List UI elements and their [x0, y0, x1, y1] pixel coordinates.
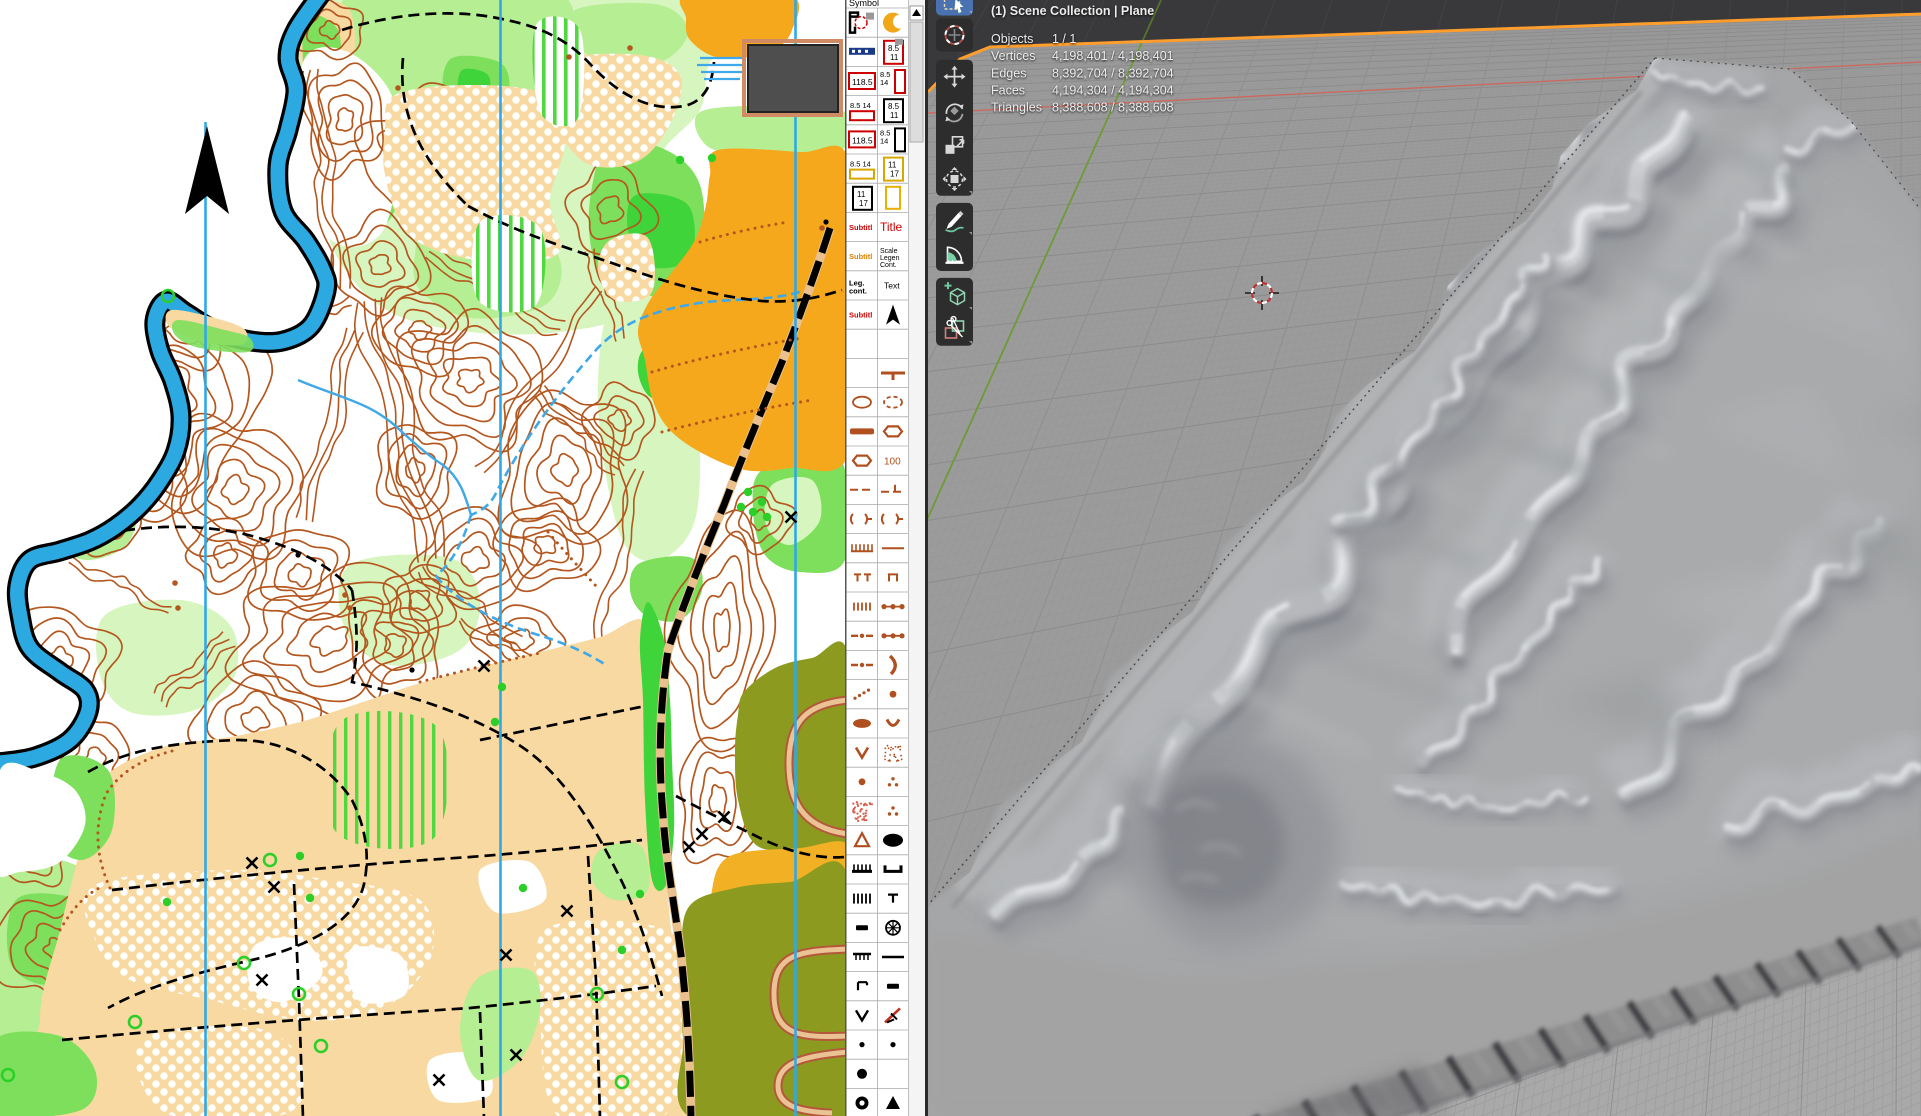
- svg-text:Title: Title: [880, 220, 903, 234]
- svg-text:100: 100: [884, 457, 901, 468]
- svg-text:118.5: 118.5: [852, 77, 873, 87]
- svg-text:17: 17: [890, 170, 899, 179]
- svg-text:11: 11: [888, 161, 897, 170]
- svg-text:8.5: 8.5: [888, 102, 900, 111]
- svg-text:Vertices: Vertices: [991, 49, 1035, 63]
- svg-text:8.5 14: 8.5 14: [850, 160, 871, 169]
- svg-text:Faces: Faces: [991, 84, 1025, 98]
- svg-text:8.5 14: 8.5 14: [850, 101, 871, 110]
- svg-text:Cont.: Cont.: [880, 262, 897, 269]
- svg-text:4,194,304 / 4,194,304: 4,194,304 / 4,194,304: [1052, 84, 1174, 98]
- svg-text:Scale: Scale: [880, 248, 898, 255]
- svg-text:Subtitl: Subtitl: [849, 311, 872, 320]
- svg-text:11: 11: [890, 111, 899, 120]
- svg-text:14: 14: [880, 78, 888, 87]
- svg-text:17: 17: [859, 199, 868, 208]
- svg-text:Subtitl: Subtitl: [849, 223, 872, 232]
- svg-text:Objects: Objects: [991, 32, 1033, 46]
- svg-text:Text: Text: [884, 280, 900, 290]
- svg-text:Triangles: Triangles: [991, 101, 1042, 115]
- svg-text:Symbol: Symbol: [849, 0, 879, 8]
- svg-text:8,388,608 / 8,388,608: 8,388,608 / 8,388,608: [1052, 101, 1174, 115]
- svg-text:cont.: cont.: [849, 286, 867, 295]
- svg-text:8,392,704 / 8,392,704: 8,392,704 / 8,392,704: [1052, 67, 1174, 81]
- svg-text:Edges: Edges: [991, 67, 1026, 81]
- svg-text:Legen: Legen: [880, 255, 900, 262]
- svg-text:11: 11: [857, 190, 866, 199]
- svg-text:14: 14: [880, 136, 888, 145]
- svg-text:11: 11: [890, 53, 899, 62]
- svg-text:(1) Scene Collection | Plane: (1) Scene Collection | Plane: [991, 4, 1154, 18]
- svg-text:Subtitl: Subtitl: [849, 252, 872, 261]
- svg-text:4,198,401 / 4,198,401: 4,198,401 / 4,198,401: [1052, 49, 1174, 63]
- svg-text:8.5: 8.5: [888, 44, 900, 53]
- svg-text:118.5: 118.5: [852, 135, 873, 145]
- svg-text:1 / 1: 1 / 1: [1052, 32, 1076, 46]
